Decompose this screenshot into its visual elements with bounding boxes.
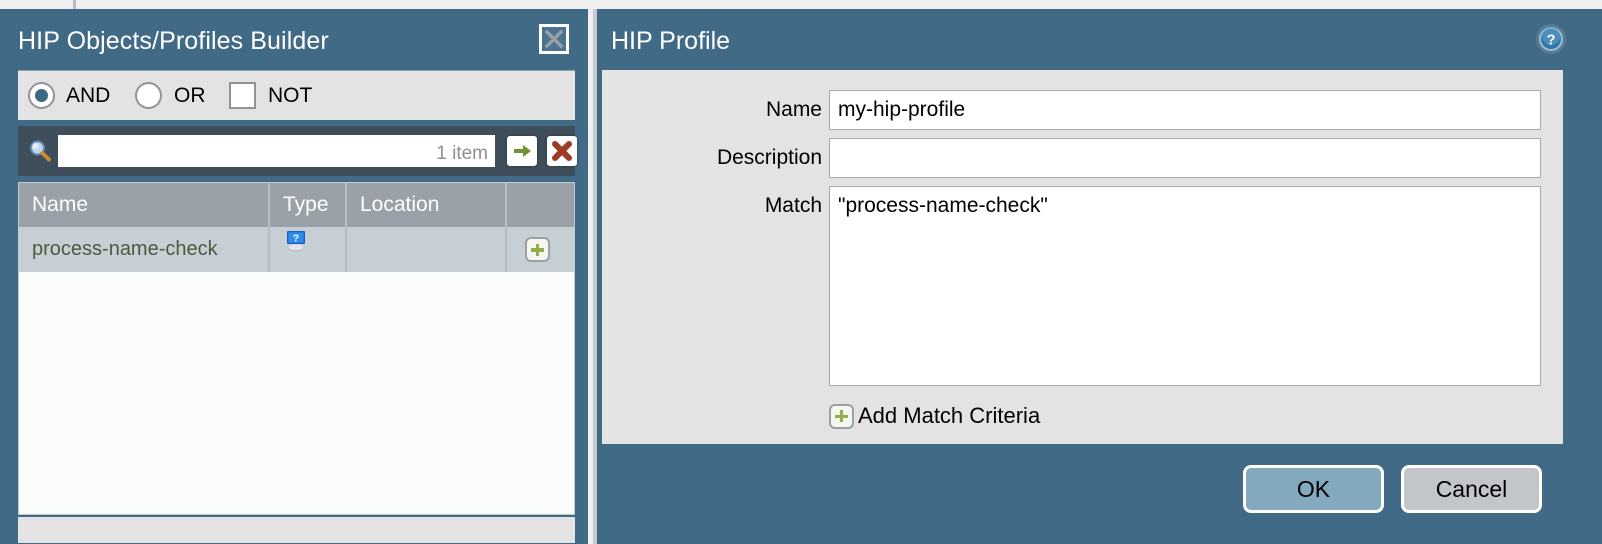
cell-name: process-name-check (19, 227, 268, 272)
column-header-location[interactable]: Location (345, 183, 505, 227)
radio-and[interactable] (28, 82, 55, 109)
add-object-button[interactable] (525, 227, 550, 272)
column-header-type[interactable]: Type (268, 183, 345, 227)
name-field[interactable] (829, 90, 1541, 130)
column-header-actions (505, 183, 574, 227)
description-field[interactable] (829, 138, 1541, 178)
checkbox-not-label: NOT (268, 84, 312, 108)
name-label: Name (662, 98, 822, 122)
add-match-criteria-button[interactable]: Add Match Criteria (829, 403, 1040, 429)
cell-actions (505, 227, 574, 272)
search-input[interactable] (58, 135, 495, 167)
hip-objects-profiles-builder-panel: HIP Objects/Profiles Builder AND OR NOT (0, 9, 588, 544)
svg-text:?: ? (1547, 33, 1556, 49)
table-header-row: Name Type Location (19, 183, 574, 227)
search-icon (27, 138, 53, 164)
builder-footer-bar (18, 517, 575, 543)
search-bar: 1 item (18, 126, 575, 176)
plus-icon (525, 237, 550, 262)
description-label: Description (662, 146, 822, 170)
screen-root: HIP Objects/Profiles Builder AND OR NOT (0, 0, 1602, 544)
table-row[interactable]: process-name-check ? (19, 227, 574, 272)
cancel-button[interactable]: Cancel (1401, 465, 1542, 513)
profile-title: HIP Profile (611, 27, 730, 56)
help-button[interactable]: ? (1535, 23, 1567, 55)
add-match-criteria-label: Add Match Criteria (858, 403, 1040, 429)
cell-location (345, 227, 505, 272)
hip-object-icon: ? (283, 227, 309, 271)
apply-filter-button[interactable] (507, 136, 537, 166)
column-header-name[interactable]: Name (19, 183, 268, 227)
profile-form: Name Description Match Add Match Criteri… (602, 70, 1563, 444)
plus-icon (829, 404, 854, 429)
arrow-right-icon (507, 153, 537, 170)
builder-title: HIP Objects/Profiles Builder (18, 27, 329, 56)
clear-x-icon (547, 153, 577, 170)
clear-filter-button[interactable] (547, 136, 577, 166)
close-icon (542, 27, 566, 51)
help-icon: ? (1535, 42, 1567, 59)
checkbox-not[interactable] (229, 82, 256, 109)
cell-type: ? (268, 227, 345, 272)
close-button[interactable] (539, 24, 569, 54)
hip-profile-panel: HIP Profile ? Name Description Match (597, 9, 1602, 544)
radio-or-label: OR (174, 84, 206, 108)
match-field[interactable] (829, 186, 1541, 386)
window-edge-tick (73, 0, 76, 9)
radio-and-label: AND (66, 84, 110, 108)
radio-or[interactable] (135, 82, 162, 109)
svg-text:?: ? (293, 232, 299, 244)
match-label: Match (662, 194, 822, 218)
ok-button[interactable]: OK (1243, 465, 1384, 513)
objects-table: Name Type Location process-name-check ? (18, 182, 575, 515)
logic-operator-bar: AND OR NOT (18, 70, 575, 120)
